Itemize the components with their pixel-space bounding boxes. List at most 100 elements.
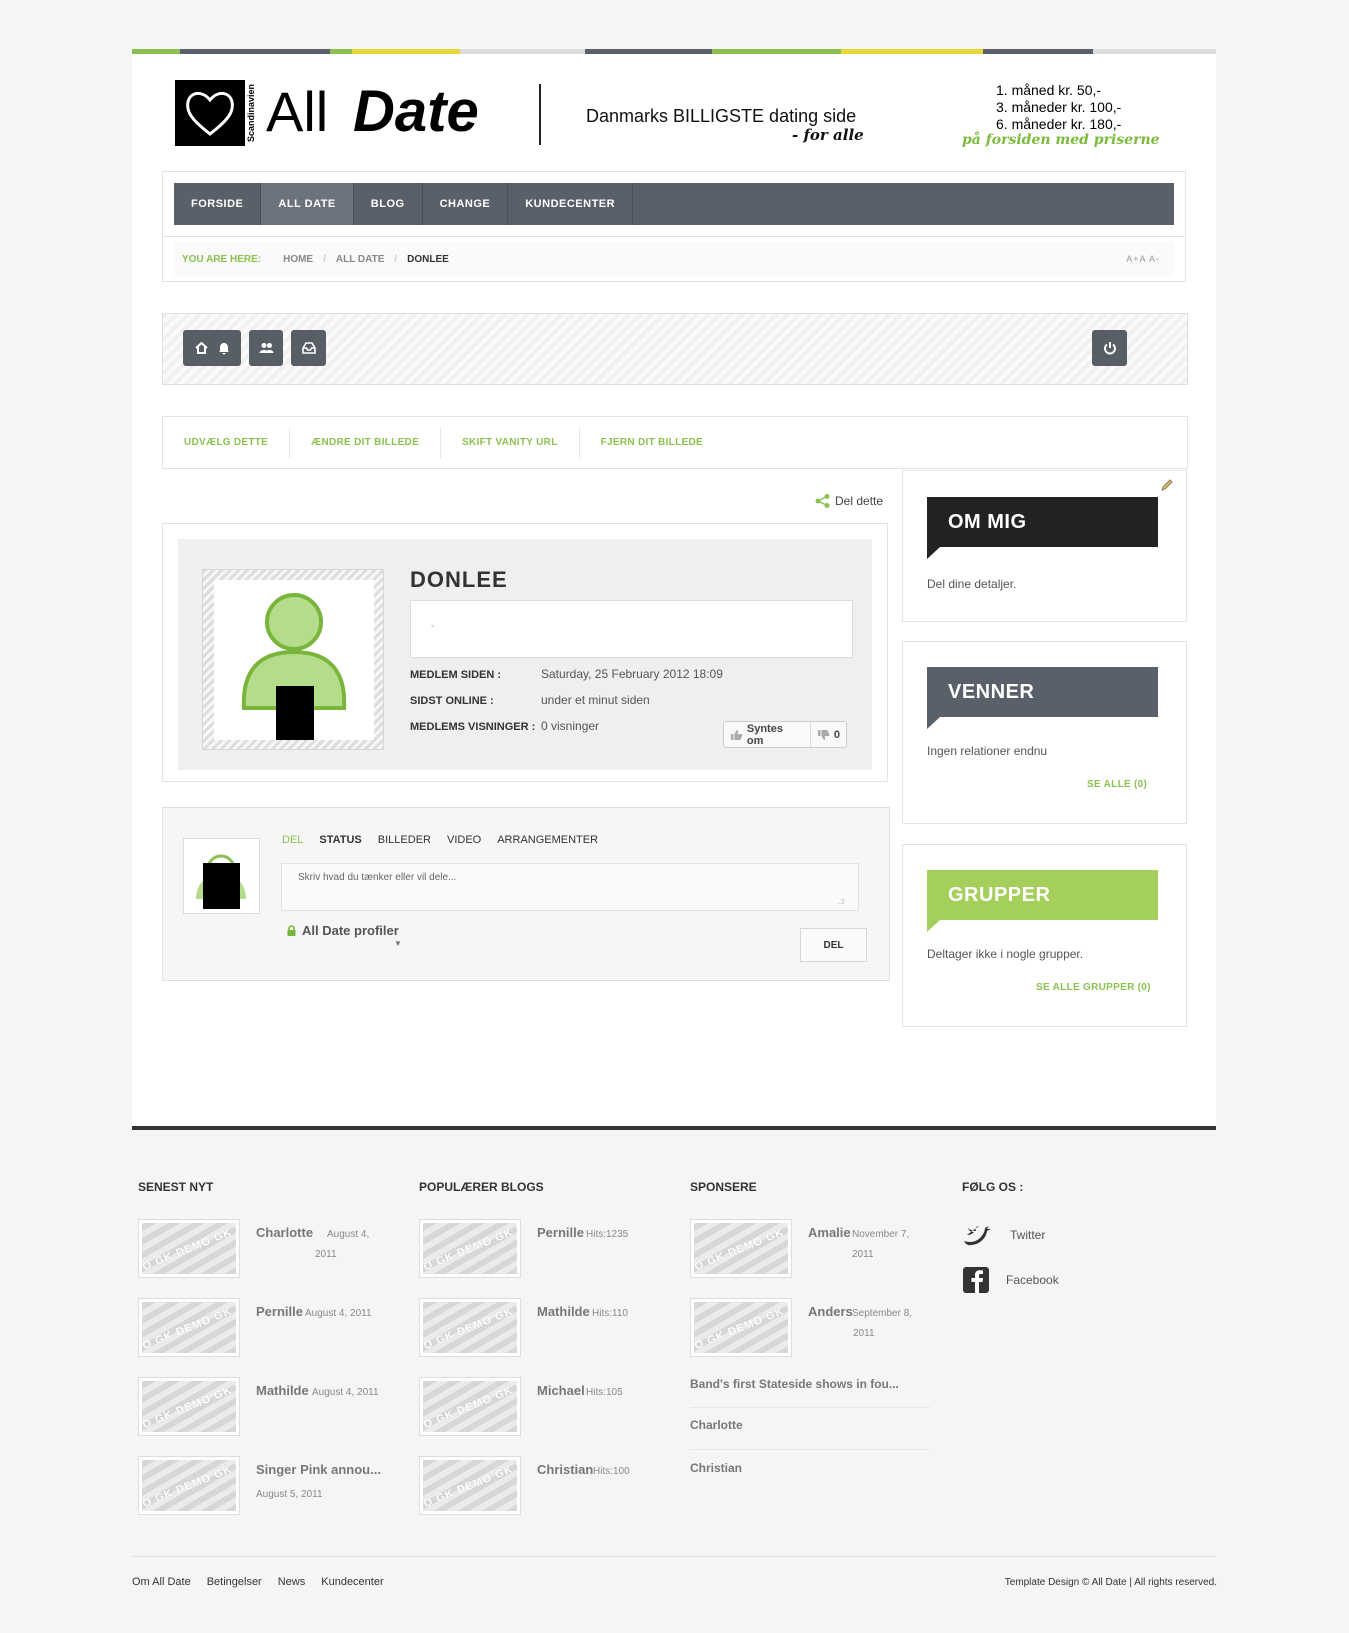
nav-item-kundecenter[interactable]: KUNDECENTER (508, 183, 634, 225)
tab-photos[interactable]: BILLEDER (378, 834, 431, 846)
chevron-down-icon[interactable]: ▼ (394, 939, 402, 948)
sponsor-title[interactable]: Amalie (808, 1225, 851, 1240)
home-notifications-button[interactable] (183, 330, 241, 366)
last-online-value: under et minut siden (541, 693, 650, 707)
sponsor-link[interactable]: Charlotte (690, 1418, 743, 1432)
logout-button[interactable] (1092, 330, 1127, 366)
news-title[interactable]: Charlotte (256, 1225, 313, 1240)
blog-thumb[interactable]: DEMO GK DEMO GK DEM (419, 1219, 521, 1278)
tab-status[interactable]: STATUS (319, 834, 361, 846)
price-list: 1. måned kr. 50,- 3. måneder kr. 100,- 6… (996, 82, 1121, 133)
groups-text: Deltager ikke i nogle grupper. (927, 947, 1084, 961)
tab-events[interactable]: ARRANGEMENTER (497, 834, 598, 846)
news-thumb[interactable]: DEMO GK DEMO GK DEM (138, 1219, 240, 1278)
user-silhouette-icon (241, 593, 347, 740)
like-button[interactable]: Syntes om (724, 722, 811, 747)
news-title[interactable]: Singer Pink annou... (256, 1462, 381, 1477)
privacy-selector[interactable]: All Date profiler (287, 923, 399, 938)
bell-icon (218, 342, 229, 354)
home-icon (194, 342, 208, 354)
sponsor-title[interactable]: Anders (808, 1304, 853, 1319)
tab-share[interactable]: DEL (282, 834, 303, 846)
news-date: August 4, 2011 (305, 1308, 372, 1319)
breadcrumb: YOU ARE HERE: HOME / ALL DATE / DONLEE A… (174, 242, 1174, 276)
sponsor-link[interactable]: Christian (690, 1461, 742, 1475)
views-value: 0 visninger (541, 719, 600, 733)
sponsor-divider (690, 1407, 930, 1408)
blog-title[interactable]: Michael (537, 1383, 585, 1398)
action-change-picture[interactable]: ÆNDRE DIT BILLEDE (290, 427, 442, 458)
see-all-groups-link[interactable]: SE ALLE GRUPPER (0) (1036, 982, 1151, 993)
footer-link-news[interactable]: News (278, 1576, 306, 1588)
see-all-friends-link[interactable]: SE ALLE (0) (1087, 779, 1147, 790)
nav-item-blog[interactable]: BLOG (354, 183, 423, 225)
action-select-this[interactable]: UDVÆLG DETTE (163, 427, 291, 458)
follow-twitter[interactable]: Twitter (962, 1223, 1045, 1247)
friends-button[interactable] (249, 330, 283, 366)
blog-title[interactable]: Pernille (537, 1225, 584, 1240)
user-silhouette-icon (196, 854, 246, 909)
share-icon (815, 494, 830, 508)
price-3: 3. måneder kr. 100,- (996, 99, 1122, 115)
footer-link-about[interactable]: Om All Date (132, 1576, 191, 1588)
inbox-button[interactable] (291, 330, 326, 366)
share-link[interactable]: Del dette (815, 494, 883, 508)
blog-thumb[interactable]: DEMO GK DEMO GK DEM (419, 1298, 521, 1357)
sponsor-thumb[interactable]: DEMO GK DEMO GK DEM (690, 1298, 792, 1357)
footer-link-support[interactable]: Kundecenter (321, 1576, 383, 1588)
dislike-button[interactable]: 0 (811, 729, 846, 741)
copyright: Template Design © All Date | All rights … (1004, 1577, 1217, 1588)
facebook-icon (963, 1267, 989, 1293)
profile-avatar[interactable] (202, 569, 384, 750)
logo-text-date: Date (353, 79, 479, 144)
price-1: 1. måned kr. 50,- (996, 82, 1102, 98)
follow-facebook[interactable]: Facebook (962, 1266, 1059, 1294)
footer-links: Om All Date Betingelser News Kundecenter (132, 1576, 384, 1588)
footer-link-terms[interactable]: Betingelser (207, 1576, 262, 1588)
tab-video[interactable]: VIDEO (447, 834, 481, 846)
status-input[interactable]: Skriv hvad du tænker eller vil dele... .… (281, 863, 859, 911)
news-date: August 5, 2011 (256, 1489, 323, 1500)
share-button[interactable]: DEL (800, 928, 867, 962)
logo-region-text: Scandinavien (246, 83, 256, 143)
action-remove-picture[interactable]: FJERN DIT BILLEDE (580, 428, 724, 458)
footer-blogs-title: POPULÆRER BLOGS (419, 1180, 544, 1194)
news-thumb[interactable]: DEMO GK DEMO GK DEM (138, 1298, 240, 1357)
prices-note: på forsiden med priserne (962, 132, 1160, 148)
sponsor-link[interactable]: Band's first Stateside shows in fou... (690, 1377, 899, 1391)
friends-title: VENNER (927, 667, 1158, 717)
composer-tabs: DEL STATUS BILLEDER VIDEO ARRANGEMENTER (282, 834, 598, 846)
blog-thumb[interactable]: DEMO GK DEMO GK DEM (419, 1377, 521, 1436)
news-title[interactable]: Mathilde (256, 1383, 309, 1398)
like-widget: Syntes om 0 (723, 721, 847, 748)
breadcrumb-separator: / (323, 253, 326, 265)
dislike-count: 0 (833, 728, 840, 741)
logo-heart[interactable] (175, 80, 245, 146)
about-text: Del dine detaljer. (927, 577, 1017, 591)
nav-item-all-date[interactable]: ALL DATE (261, 183, 354, 225)
sponsor-thumb[interactable]: DEMO GK DEMO GK DEM (690, 1219, 792, 1278)
blog-thumb[interactable]: DEMO GK DEMO GK DEM (419, 1456, 521, 1515)
footer-sponsors-title: SPONSERE (690, 1180, 757, 1194)
news-thumb[interactable]: DEMO GK DEMO GK DEM (138, 1456, 240, 1515)
action-vanity-url[interactable]: SKIFT VANITY URL (441, 427, 580, 458)
pencil-icon[interactable] (1160, 478, 1174, 492)
thumb-text: DEMO GK DEMO GK DEM (694, 1223, 788, 1274)
views-label: MEDLEMS VISNINGER : (410, 721, 536, 733)
blog-title[interactable]: Mathilde (537, 1304, 590, 1319)
font-size-controls[interactable]: A+A A- (1126, 254, 1160, 264)
news-thumb[interactable]: DEMO GK DEMO GK DEM (138, 1377, 240, 1436)
news-title[interactable]: Pernille (256, 1304, 303, 1319)
thumb-text: DEMO GK DEMO GK DEM (142, 1302, 236, 1353)
tagline-sub: - for alle (792, 126, 864, 144)
profile-status[interactable]: - (410, 600, 853, 658)
groups-title: GRUPPER (927, 870, 1158, 920)
nav-item-change[interactable]: CHANGE (423, 183, 509, 225)
breadcrumb-home[interactable]: HOME (283, 254, 313, 265)
news-date: August 4, 2011 (312, 1387, 379, 1398)
blog-title[interactable]: Christian (537, 1462, 593, 1477)
resize-grip-icon[interactable]: .:i (838, 897, 844, 906)
member-since-label: MEDLEM SIDEN : (410, 669, 502, 681)
nav-item-forside[interactable]: FORSIDE (174, 183, 262, 225)
breadcrumb-all-date[interactable]: ALL DATE (336, 254, 385, 265)
